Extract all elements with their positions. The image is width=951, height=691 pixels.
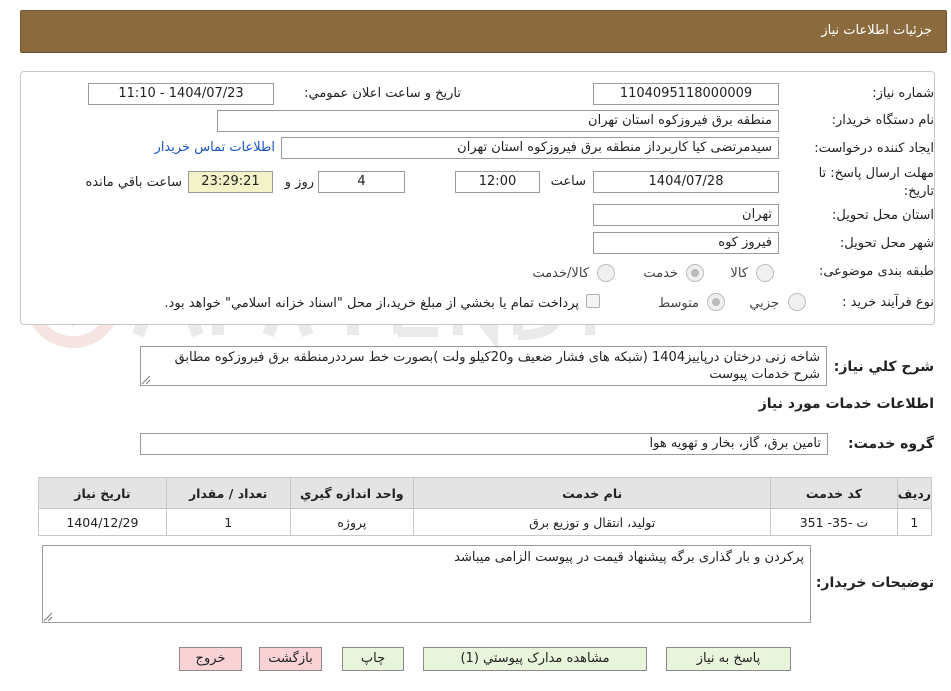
treasury-payment-checkbox[interactable] [586, 294, 600, 308]
description-field[interactable]: شاخه زنی درختان درپاییز1404 (شبکه های فش… [140, 346, 827, 386]
cell-row-number: 1 [896, 508, 933, 536]
notes-resize-handle-icon[interactable] [43, 612, 53, 622]
province-label: استان محل تحويل: [832, 208, 934, 223]
col-need-date: تاريخ نياز [38, 477, 167, 509]
days-label: روز و [284, 175, 314, 190]
category-radio-service[interactable] [686, 264, 704, 282]
service-group-field[interactable]: تامين برق، گاز، بخار و تهويه هوا [140, 433, 828, 455]
process-label: نوع فرآيند خريد : [842, 295, 934, 310]
table-row[interactable]: 1 ت -35- 351 توليد، انتقال و توزيع برق پ… [38, 508, 933, 536]
buyer-org-label: نام دستگاه خريدار: [831, 113, 934, 128]
resize-handle-icon[interactable] [141, 375, 151, 385]
announce-label: تاریخ و ساعت اعلان عمومي: [304, 86, 461, 101]
days-field[interactable]: 4 [318, 171, 405, 193]
deadline-time-label: ساعت [550, 174, 586, 189]
reply-button[interactable]: پاسخ به نياز [666, 647, 791, 671]
cell-service-code: ت -35- 351 [770, 508, 898, 536]
page-title: جزئیات اطلاعات نیاز [821, 23, 932, 38]
cell-need-date: 1404/12/29 [38, 508, 167, 536]
category-radio-goods-service[interactable] [597, 264, 615, 282]
city-label: شهر محل تحويل: [839, 236, 934, 251]
back-button[interactable]: بازگشت [259, 647, 322, 671]
table-header-row: رديف کد خدمت نام خدمت واحد اندازه گيري ت… [38, 477, 933, 509]
cell-unit: پروژه [289, 508, 415, 536]
category-label: طبقه بندی موضوعی: [818, 264, 934, 279]
need-number-field[interactable]: 1104095118000009 [593, 83, 779, 105]
description-text: شاخه زنی درختان درپاییز1404 (شبکه های فش… [174, 350, 820, 382]
process-radio-minor[interactable] [788, 293, 806, 311]
services-table: رديف کد خدمت نام خدمت واحد اندازه گيري ت… [38, 477, 933, 536]
payment-note: پرداخت تمام يا بخشي از مبلغ خريد،از محل … [164, 296, 579, 311]
creator-label: ايجاد کننده درخواست: [814, 141, 934, 156]
exit-button[interactable]: خروج [179, 647, 242, 671]
remaining-time-field: 23:29:21 [188, 171, 273, 193]
buyer-org-field[interactable]: منطقه برق فیروزکوه استان تهران [217, 110, 779, 132]
need-number-label: شماره نیاز: [872, 86, 934, 101]
print-button[interactable]: چاپ [342, 647, 404, 671]
deadline-label: مهلت ارسال پاسخ: تا [818, 166, 934, 181]
process-option-medium: متوسط [658, 296, 699, 311]
announce-datetime-field[interactable]: 1404/07/23 - 11:10 [88, 83, 274, 105]
service-group-label: گروه خدمت: [848, 436, 934, 452]
col-row-number: رديف [896, 477, 933, 509]
col-unit: واحد اندازه گيري [289, 477, 415, 509]
services-section-title: اطلاعات خدمات مورد نياز [758, 396, 934, 412]
deadline-time-field[interactable]: 12:00 [455, 171, 540, 193]
category-option-service: خدمت [643, 266, 678, 281]
remaining-label: ساعت باقي مانده [85, 175, 182, 190]
creator-field[interactable]: سیدمرتضی کیا کاربرداز منطقه برق فیروزکوه… [281, 137, 779, 159]
category-option-goods-service: کالا/خدمت [532, 266, 589, 281]
process-option-minor: جزيي [749, 296, 779, 311]
process-radio-medium[interactable] [707, 293, 725, 311]
deadline-date-field[interactable]: 1404/07/28 [593, 171, 779, 193]
buyer-contact-link[interactable]: اطلاعات تماس خريدار [155, 140, 275, 155]
buyer-notes-field[interactable]: پرکردن و بار گذاری برگه پیشنهاد قیمت در … [42, 545, 811, 623]
page-header: جزئیات اطلاعات نیاز [20, 10, 947, 53]
col-service-name: نام خدمت [413, 477, 772, 509]
cell-service-name: توليد، انتقال و توزيع برق [413, 508, 772, 536]
buyer-notes-text: پرکردن و بار گذاری برگه پیشنهاد قیمت در … [454, 550, 804, 565]
description-label: شرح کلي نياز: [833, 359, 934, 375]
col-quantity: تعداد / مقدار [165, 477, 291, 509]
category-option-goods: کالا [730, 266, 748, 281]
province-field[interactable]: تهران [593, 204, 779, 226]
buyer-notes-label: توضيحات خريدار: [815, 575, 934, 591]
cell-quantity: 1 [165, 508, 291, 536]
city-field[interactable]: فیروز کوه [593, 232, 779, 254]
view-attachments-button[interactable]: مشاهده مدارک پيوستي (1) [423, 647, 647, 671]
category-radio-goods[interactable] [756, 264, 774, 282]
col-service-code: کد خدمت [770, 477, 898, 509]
deadline-label-date: تاريخ: [903, 184, 934, 199]
